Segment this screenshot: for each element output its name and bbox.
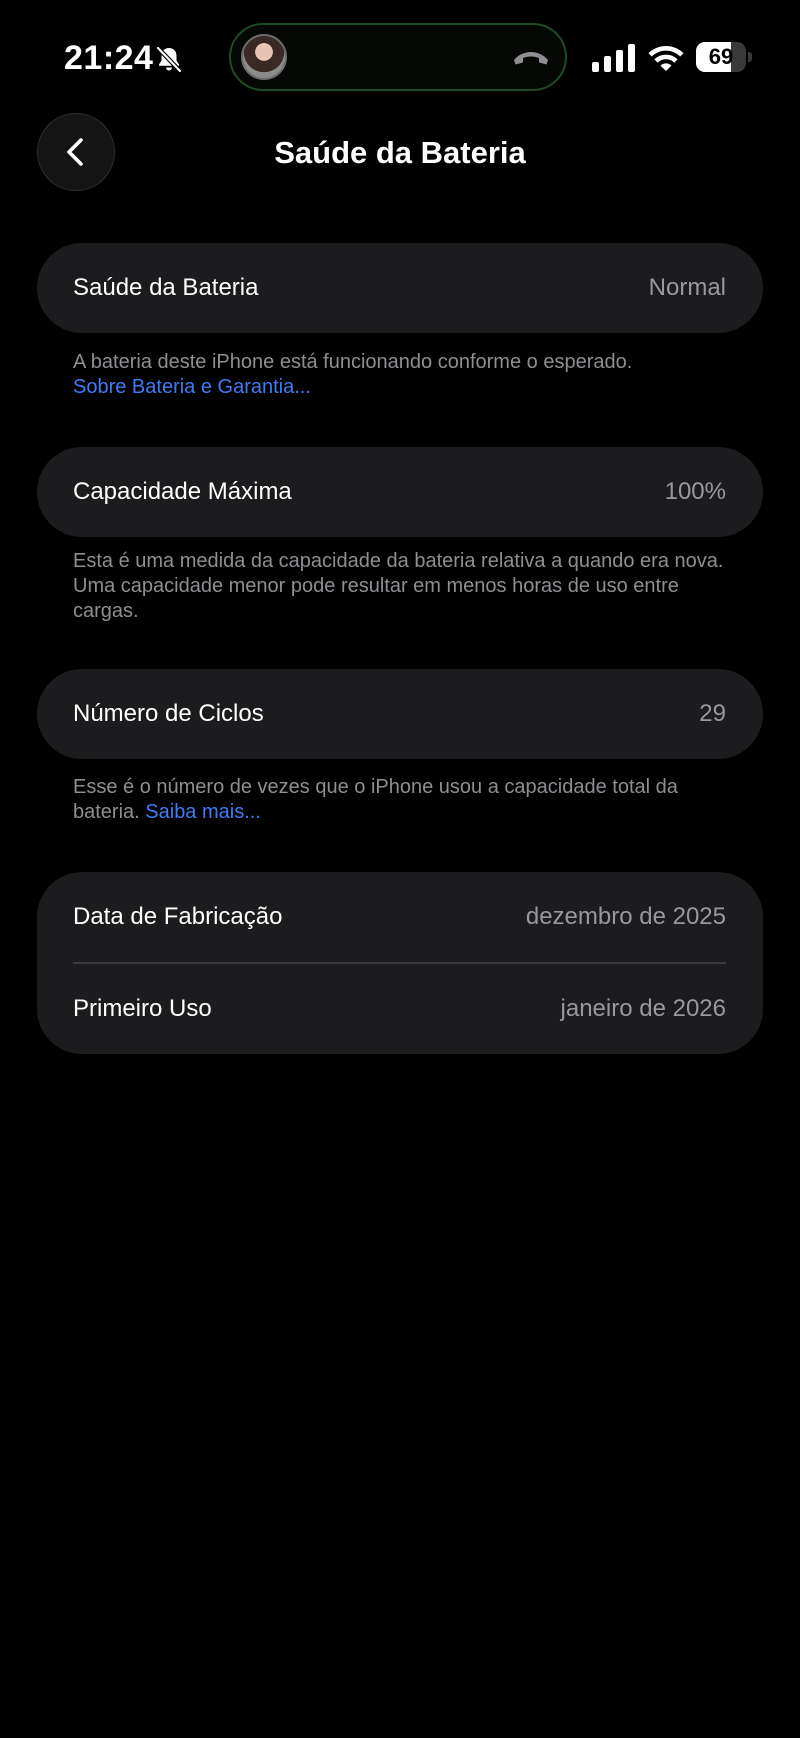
cycle-count-row: Número de Ciclos 29: [37, 669, 763, 759]
cycle-count-card: Número de Ciclos 29: [37, 669, 763, 759]
battery-icon: 69: [696, 42, 752, 72]
battery-health-description: A bateria deste iPhone está funcionando …: [73, 351, 633, 373]
manufacture-date-value: dezembro de 2025: [525, 903, 726, 930]
first-use-value: janeiro de 2026: [560, 994, 726, 1022]
battery-health-row: Saúde da Bateria Normal: [37, 243, 763, 333]
battery-health-card: Saúde da Bateria Normal: [37, 243, 763, 333]
first-use-row: Primeiro Uso janeiro de 2026: [37, 964, 763, 1054]
cycle-count-label: Número de Ciclos: [73, 700, 264, 727]
phone-end-icon: [514, 52, 548, 65]
battery-health-footnote: A bateria deste iPhone está funcionando …: [73, 350, 763, 400]
battery-health-label: Saúde da Bateria: [73, 274, 259, 301]
max-capacity-footnote: Esta é uma medida da capacidade da bater…: [73, 550, 724, 622]
cycle-count-value: 29: [699, 700, 726, 727]
page-title: Saúde da Bateria: [274, 135, 526, 170]
status-time: 21:24: [64, 39, 154, 77]
max-capacity-row: Capacidade Máxima 100%: [37, 447, 763, 537]
learn-more-link[interactable]: Saiba mais...: [145, 801, 261, 823]
dates-card: Data de Fabricação dezembro de 2025 Prim…: [37, 872, 763, 1054]
first-use-label: Primeiro Uso: [73, 994, 212, 1022]
wifi-icon: [648, 46, 684, 71]
avatar: [241, 34, 287, 80]
max-capacity-value: 100%: [664, 478, 726, 505]
manufacture-date-row: Data de Fabricação dezembro de 2025: [37, 872, 763, 962]
manufacture-date-label: Data de Fabricação: [73, 903, 283, 930]
bell-slash-icon: [156, 46, 182, 73]
battery-warranty-link[interactable]: Sobre Bateria e Garantia...: [73, 376, 311, 398]
battery-health-value: Normal: [648, 274, 726, 301]
battery-level: 69: [708, 44, 734, 69]
max-capacity-label: Capacidade Máxima: [73, 478, 292, 505]
dynamic-island[interactable]: [229, 23, 567, 91]
cycle-count-footnote: Esse é o número de vezes que o iPhone us…: [73, 775, 713, 825]
cellular-signal-icon: [592, 44, 635, 72]
status-bar: 21:24 69: [0, 0, 800, 118]
max-capacity-card: Capacidade Máxima 100%: [37, 447, 763, 537]
